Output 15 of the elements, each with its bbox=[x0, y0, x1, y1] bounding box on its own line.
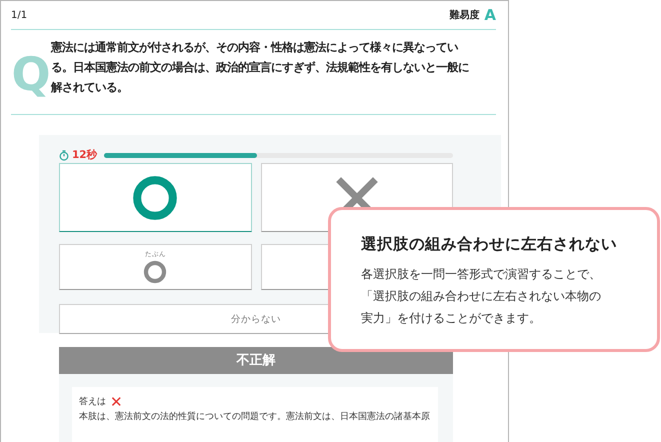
question-mark-letter: Q bbox=[11, 47, 51, 103]
difficulty-label: 難易度 bbox=[449, 8, 480, 22]
answer-choice[interactable] bbox=[59, 163, 252, 232]
callout-title: 選択肢の組み合わせに左右されない bbox=[361, 234, 618, 255]
circle-icon bbox=[143, 260, 168, 284]
answer-label: 答えは bbox=[79, 396, 106, 409]
explanation-text: 本肢は、憲法前文の法的性質についての問題です。憲法前文は、日本国憲法の諸基本原 bbox=[79, 410, 431, 424]
difficulty-grade: A bbox=[484, 6, 496, 24]
answer-mark: ✕ bbox=[110, 395, 123, 410]
timer-text: 12秒 bbox=[72, 148, 98, 162]
stopwatch-icon bbox=[59, 150, 69, 160]
circle-icon bbox=[132, 174, 178, 220]
question-text: 憲法には通常前文が付されるが、その内容・性格は憲法によって様々に異なっている。日本国憲法の前文の場合は、政治的宣言にすぎず、法規範性を有しないと一般に解されている。 bbox=[51, 40, 470, 96]
result-header: 不正解 bbox=[59, 347, 453, 374]
question-counter: 1/1 bbox=[11, 10, 28, 20]
